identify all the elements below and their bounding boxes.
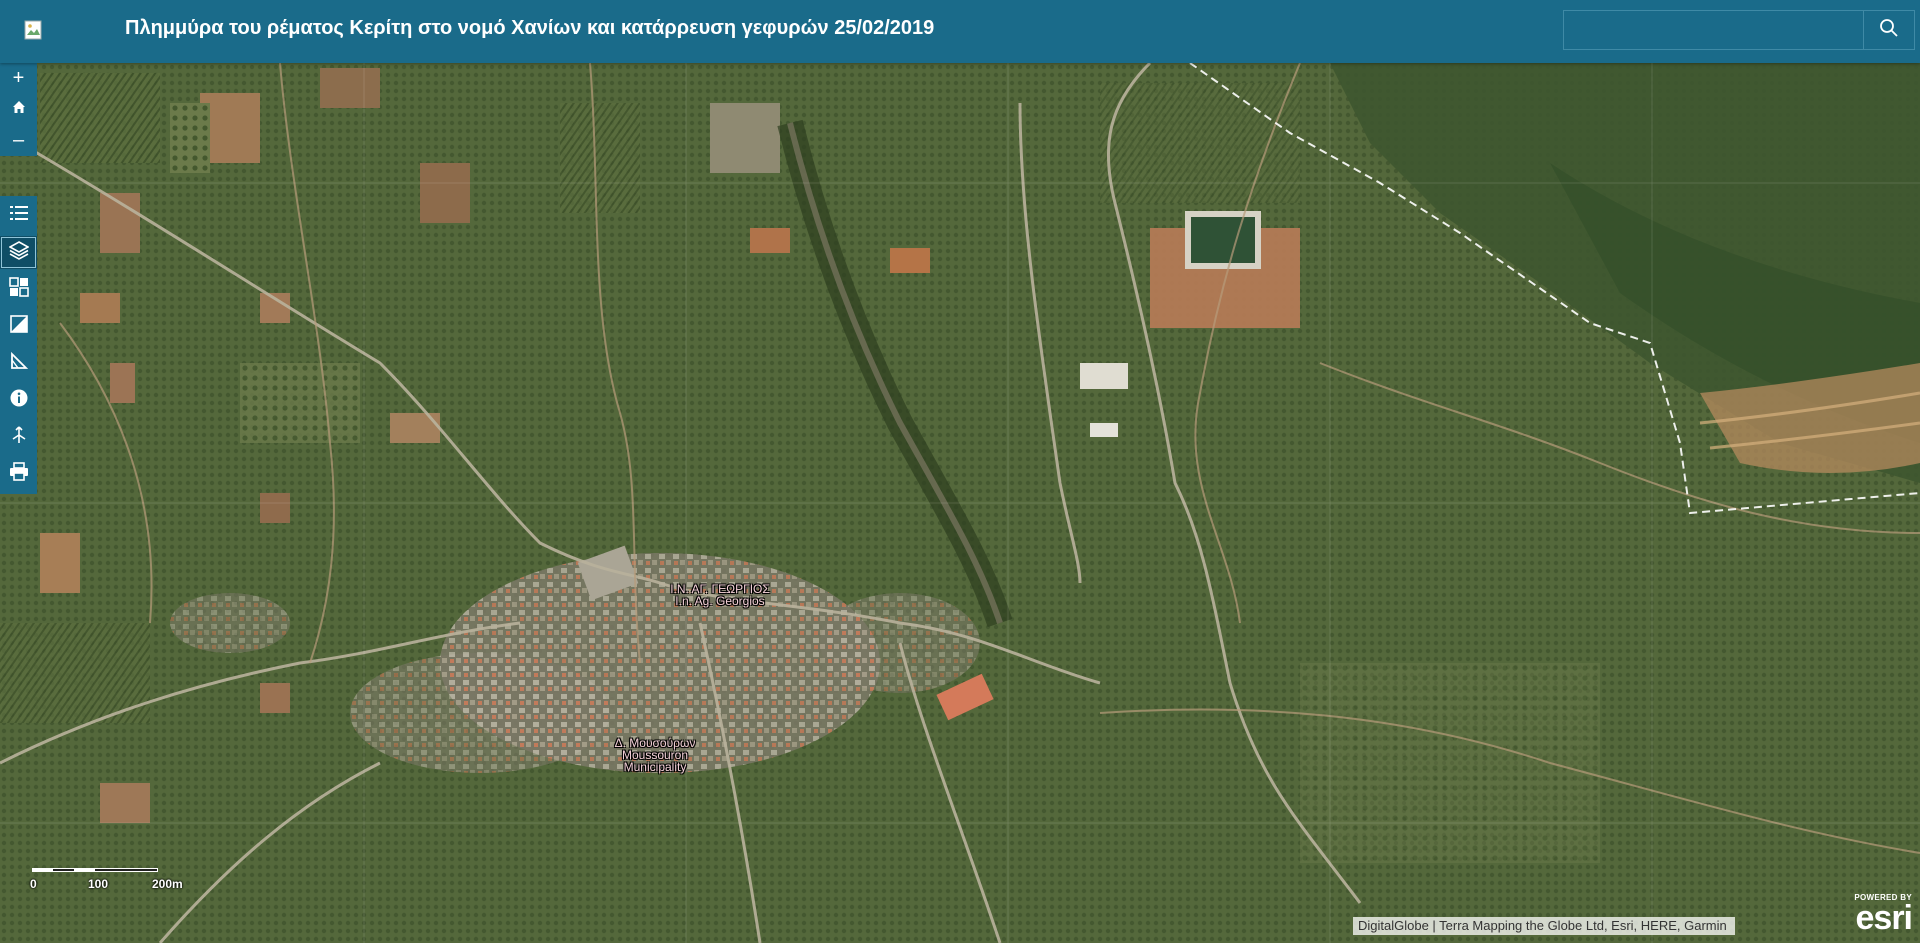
layer-list-button[interactable]	[0, 236, 37, 269]
basemap-gallery-icon	[8, 277, 29, 302]
home-button[interactable]	[0, 94, 37, 125]
print-icon	[9, 462, 29, 487]
map-attribution[interactable]: DigitalGlobe | Terra Mapping the Globe L…	[1353, 917, 1735, 935]
map-label-municipality-latin-2: Municipality	[623, 760, 687, 774]
directions-icon	[9, 425, 29, 450]
scale-bar: 0 100 200m	[30, 865, 200, 895]
scale-tick-0: 0	[30, 877, 37, 891]
broken-image-icon	[24, 20, 46, 42]
info-icon	[9, 388, 29, 413]
widget-toolbar	[0, 196, 37, 494]
map-app: Πλημμύρα του ρέματος Κερίτη στο νομό Χαν…	[0, 0, 1920, 943]
satellite-map[interactable]: Ι.Ν. ΑΓ. ΓΕΩΡΓΙΟΣ I.n. Ag. Georgios Δ. Μ…	[0, 63, 1920, 943]
zoom-in-button[interactable]: +	[0, 63, 37, 94]
search-icon	[1879, 18, 1899, 43]
esri-logo[interactable]: POWERED BY esri	[1834, 893, 1914, 937]
list-icon	[9, 204, 29, 227]
swipe-icon	[9, 314, 29, 339]
about-button[interactable]	[0, 384, 37, 417]
zoom-controls: + –	[0, 63, 37, 156]
search-button[interactable]	[1863, 10, 1915, 50]
basemap-gallery-button[interactable]	[0, 273, 37, 306]
map-label-municipality: Δ. Μουσούρων Moussouron Municipality	[600, 737, 710, 773]
esri-brand-text: esri	[1855, 899, 1914, 937]
zoom-in-icon: +	[12, 67, 25, 89]
scale-tick-200: 200m	[152, 877, 183, 891]
search-input[interactable]	[1563, 10, 1863, 50]
directions-button[interactable]	[0, 421, 37, 454]
scale-tick-100: 100	[88, 877, 109, 891]
map-label-church: Ι.Ν. ΑΓ. ΓΕΩΡΓΙΟΣ I.n. Ag. Georgios	[660, 583, 780, 607]
measurement-button[interactable]	[0, 347, 37, 380]
layers-icon	[7, 240, 30, 265]
zoom-out-button[interactable]: –	[0, 125, 37, 156]
scale-bar-graphic	[32, 868, 158, 872]
search-box	[1563, 10, 1915, 50]
page-title: Πλημμύρα του ρέματος Κερίτη στο νομό Χαν…	[125, 17, 935, 39]
zoom-out-icon: –	[12, 129, 25, 151]
legend-button[interactable]	[0, 199, 37, 232]
satellite-imagery	[0, 63, 1920, 943]
map-label-church-latin: I.n. Ag. Georgios	[675, 594, 765, 608]
app-header: Πλημμύρα του ρέματος Κερίτη στο νομό Χαν…	[0, 0, 1920, 63]
home-icon	[11, 98, 27, 121]
measure-icon	[9, 351, 29, 376]
print-button[interactable]	[0, 458, 37, 491]
swipe-button[interactable]	[0, 310, 37, 343]
